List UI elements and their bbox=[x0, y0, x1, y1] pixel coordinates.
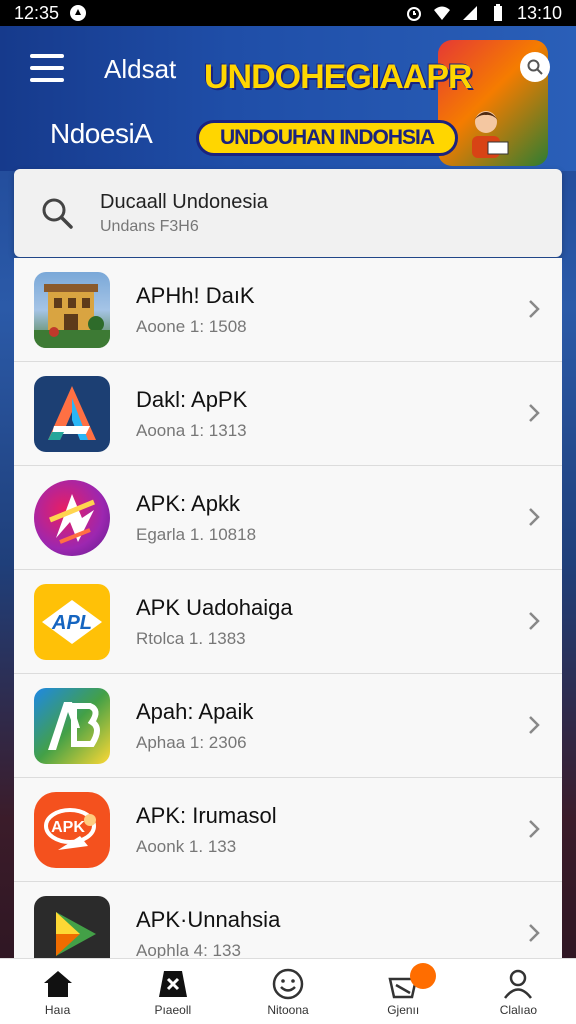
banner-headline: UNDOHEGIAAPR bbox=[204, 58, 473, 96]
apl-badge-icon: APL bbox=[34, 583, 110, 660]
signal-icon bbox=[462, 6, 477, 20]
app-meta: Aphaa 1: 2306 bbox=[136, 732, 247, 752]
nav-label: Haıa bbox=[44, 1002, 71, 1017]
chevron-right-icon bbox=[529, 404, 540, 422]
profile-icon bbox=[504, 969, 533, 999]
chevron-right-icon bbox=[529, 820, 540, 838]
chevron-right-icon bbox=[529, 612, 540, 630]
ab-letters-icon bbox=[34, 687, 110, 764]
svg-text:APL: APL bbox=[51, 612, 92, 634]
wifi-icon bbox=[433, 6, 450, 20]
app-name: APHh! DaıK bbox=[136, 282, 255, 308]
nav-label: Nitoona bbox=[267, 1002, 309, 1017]
app-subtitle: NdoesiA bbox=[50, 118, 153, 149]
list-item[interactable]: Dakl: ApPK Aoona 1: 1313 bbox=[14, 362, 562, 466]
menu-line bbox=[30, 78, 64, 82]
app-name: APK Uadohaiga bbox=[136, 594, 293, 620]
battery-icon bbox=[493, 4, 502, 21]
notification-icon bbox=[70, 5, 87, 21]
nav-label: Pıaeoll bbox=[154, 1002, 192, 1017]
list-item[interactable]: APK·Unnahsia Aophla 4: 133 bbox=[14, 882, 562, 958]
nav-label: Gjenıı bbox=[387, 1002, 420, 1017]
letter-a-icon bbox=[34, 375, 110, 452]
bottom-navigation: Haıa Pıaeoll Nitoona Gjenıı Clalıao bbox=[0, 958, 576, 1024]
search-field[interactable]: Ducaall Undonesia Undans F3H6 bbox=[14, 169, 562, 257]
app-meta: Rtolca 1. 1383 bbox=[136, 628, 246, 648]
header-search-icon[interactable] bbox=[520, 52, 550, 82]
smile-icon bbox=[272, 968, 304, 999]
status-bar: 12:35 13:10 bbox=[0, 0, 576, 26]
app-meta: Aoonk 1. 133 bbox=[136, 836, 237, 856]
chevron-right-icon bbox=[529, 508, 540, 526]
list-item[interactable]: APK: Apkk Egarla 1. 10818 bbox=[14, 466, 562, 570]
nav-store[interactable]: Pıaeoll bbox=[115, 959, 230, 1024]
status-time-left: 12:35 bbox=[14, 2, 60, 23]
menu-line bbox=[30, 66, 64, 70]
list-item[interactable]: Apah: Apaik Aphaa 1: 2306 bbox=[14, 674, 562, 778]
nav-profile[interactable]: Clalıao bbox=[461, 959, 576, 1024]
nav-label: Clalıao bbox=[499, 1002, 538, 1017]
app-name: Dakl: ApPK bbox=[136, 386, 248, 412]
app-title: Aldsat bbox=[104, 54, 177, 84]
app-name: APK·Unnahsia bbox=[136, 906, 281, 932]
app-meta: Aophla 4: 133 bbox=[136, 940, 241, 959]
search-subtitle: Undans F3H6 bbox=[100, 217, 199, 235]
search-title: Ducaall Undonesia bbox=[100, 190, 268, 213]
banner-pill: UNDOUHAN INDOHSIA bbox=[196, 120, 458, 156]
nav-inbox[interactable]: Gjenıı bbox=[346, 959, 461, 1024]
search-icon bbox=[42, 198, 73, 229]
list-item[interactable]: APHh! DaıK Aoone 1: 1508 bbox=[14, 258, 562, 362]
menu-line bbox=[30, 54, 64, 58]
app-name: APK: Apkk bbox=[136, 490, 240, 516]
svg-text:APK: APK bbox=[51, 819, 85, 836]
nav-smile[interactable]: Nitoona bbox=[230, 959, 345, 1024]
app-header: Aldsat NdoesiA UNDOHEGIAAPR UNDOUHAN IND… bbox=[0, 26, 576, 171]
home-icon bbox=[43, 970, 72, 997]
chevron-right-icon bbox=[529, 300, 540, 318]
app-name: APK: Irumasol bbox=[136, 802, 277, 828]
building-photo-icon bbox=[34, 271, 110, 348]
chevron-right-icon bbox=[529, 716, 540, 734]
nav-home[interactable]: Haıa bbox=[0, 959, 115, 1024]
status-time-right: 13:10 bbox=[516, 2, 562, 23]
store-icon bbox=[158, 970, 187, 997]
app-meta: Egarla 1. 10818 bbox=[136, 524, 257, 544]
app-meta: Aoone 1: 1508 bbox=[136, 316, 247, 336]
list-item[interactable]: APK APK: Irumasol Aoonk 1. 133 bbox=[14, 778, 562, 882]
play-triangle-icon bbox=[34, 895, 110, 958]
list-item[interactable]: APL APK Uadohaiga Rtolca 1. 1383 bbox=[14, 570, 562, 674]
chevron-right-icon bbox=[529, 924, 540, 942]
alarm-icon bbox=[406, 7, 421, 21]
apk-bubble-icon: APK bbox=[34, 791, 110, 868]
menu-button[interactable] bbox=[30, 54, 64, 82]
notification-badge bbox=[409, 963, 436, 989]
app-list: APHh! DaıK Aoone 1: 1508 Dakl: ApPK Aoon… bbox=[14, 258, 562, 958]
app-meta: Aoona 1: 1313 bbox=[136, 420, 247, 440]
star-swirl-icon bbox=[34, 479, 110, 556]
header-banner: UNDOHEGIAAPR UNDOUHAN INDOHSIA bbox=[196, 40, 548, 166]
person-illustration-icon bbox=[472, 111, 509, 158]
app-name: Apah: Apaik bbox=[136, 698, 254, 724]
